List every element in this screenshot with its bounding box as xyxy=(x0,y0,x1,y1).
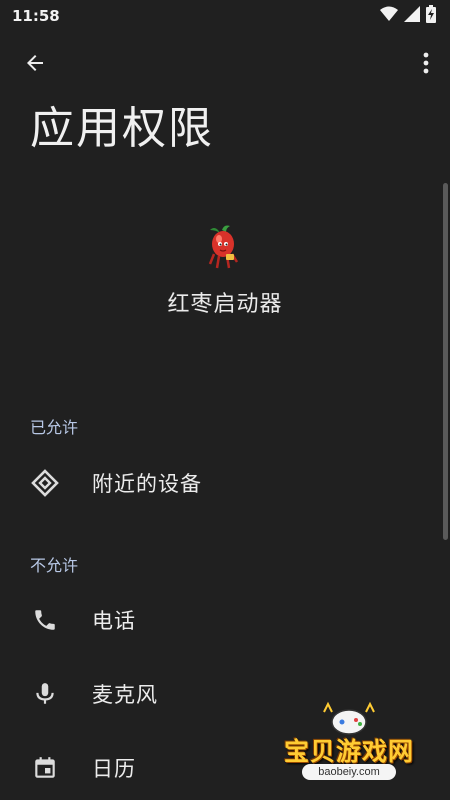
scrollbar[interactable] xyxy=(443,183,448,540)
permission-label: 电话 xyxy=(92,609,136,633)
more-vert-icon xyxy=(423,52,429,78)
app-bar xyxy=(0,40,450,90)
watermark-logo: 宝贝游戏网 baobeiy.com xyxy=(274,700,424,795)
more-options-button[interactable] xyxy=(416,50,436,80)
permission-label: 麦克风 xyxy=(92,683,158,707)
signal-icon xyxy=(404,6,420,26)
watermark-text: 宝贝游戏网 xyxy=(283,737,414,766)
calendar-icon xyxy=(30,753,60,783)
red-date-mascot-icon xyxy=(204,224,244,270)
app-permissions-screen: 11:58 应用权限 红枣启动器 已允许 附近的设备 不允许 电话 麦克风 日历… xyxy=(0,0,450,800)
watermark-url: baobeiy.com xyxy=(302,764,396,780)
app-name: 红枣启动器 xyxy=(167,292,283,317)
page-title: 应用权限 xyxy=(30,103,214,154)
permission-row-nearby-devices[interactable]: 附近的设备 xyxy=(0,453,440,513)
section-header-denied: 不允许 xyxy=(30,556,79,575)
status-time: 11:58 xyxy=(12,7,60,25)
permission-label: 日历 xyxy=(92,757,136,781)
microphone-icon xyxy=(30,679,60,709)
wifi-icon xyxy=(380,6,398,26)
nearby-devices-icon xyxy=(30,468,60,498)
battery-charging-icon xyxy=(426,5,436,27)
status-bar: 11:58 xyxy=(0,0,450,32)
permission-row-phone[interactable]: 电话 xyxy=(0,590,440,650)
permission-label: 附近的设备 xyxy=(92,472,202,496)
phone-icon xyxy=(30,605,60,635)
arrow-back-icon xyxy=(23,51,47,79)
section-header-allowed: 已允许 xyxy=(30,418,79,437)
status-icons xyxy=(380,5,436,27)
back-button[interactable] xyxy=(20,50,50,80)
